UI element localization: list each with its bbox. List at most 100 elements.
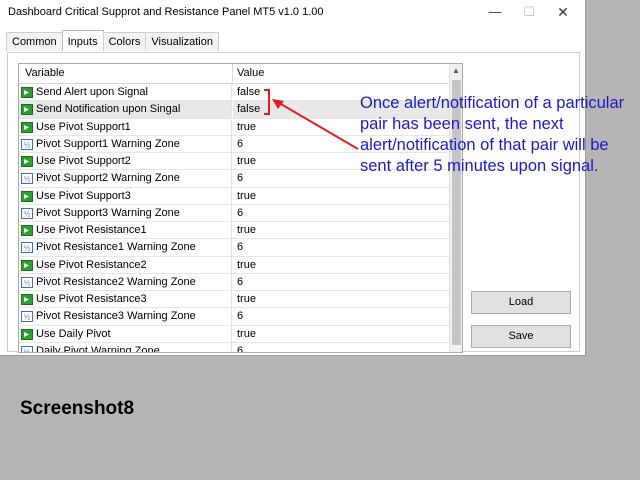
value-text: 6 <box>237 310 244 323</box>
value-text: 6 <box>237 344 244 353</box>
bool-icon <box>21 121 33 133</box>
variable-label: Send Alert upon Signal <box>36 86 148 98</box>
svg-text:½: ½ <box>24 210 31 218</box>
variable-label: Use Pivot Support2 <box>36 155 131 167</box>
minimize-button[interactable]: — <box>478 0 512 26</box>
value-cell[interactable]: true <box>233 222 449 238</box>
tab-visualization[interactable]: Visualization <box>145 32 219 51</box>
table-row[interactable]: Use Pivot Resistance3 true <box>19 291 449 309</box>
number-icon: ½ <box>21 207 33 219</box>
bool-icon <box>21 294 33 305</box>
settings-dialog: Dashboard Critical Supprot and Resistanc… <box>0 0 586 356</box>
value-text: false <box>237 103 261 116</box>
value-text: true <box>237 155 256 167</box>
variable-cell[interactable]: ½ Pivot Support3 Warning Zone <box>19 204 232 221</box>
table-row[interactable]: ½ Pivot Support3 Warning Zone 6 <box>19 204 449 222</box>
variable-cell[interactable]: Use Pivot Support3 <box>19 187 232 204</box>
value-text: false <box>237 86 261 98</box>
variable-label: Use Pivot Support1 <box>36 120 131 133</box>
value-text: true <box>237 293 256 305</box>
title-bar[interactable]: Dashboard Critical Supprot and Resistanc… <box>0 0 585 26</box>
column-header-value[interactable]: Value <box>237 67 264 79</box>
svg-text:½: ½ <box>24 141 31 149</box>
variable-label: Pivot Resistance1 Warning Zone <box>36 241 196 254</box>
table-row[interactable]: ½ Pivot Resistance1 Warning Zone 6 <box>19 239 449 257</box>
value-cell[interactable]: true <box>233 291 449 307</box>
variable-label: Use Daily Pivot <box>36 327 111 340</box>
value-text: 6 <box>237 241 244 254</box>
value-text: true <box>237 120 256 133</box>
column-header-variable[interactable]: Variable <box>25 67 65 79</box>
variable-cell[interactable]: ½ Pivot Resistance3 Warning Zone <box>19 308 232 325</box>
variable-cell[interactable]: Send Alert upon Signal <box>19 84 232 101</box>
number-icon: ½ <box>21 345 33 353</box>
variable-cell[interactable]: Use Daily Pivot <box>19 325 232 342</box>
svg-text:½: ½ <box>24 348 31 353</box>
variable-cell[interactable]: Use Pivot Support1 <box>19 118 232 135</box>
value-text: true <box>237 224 256 236</box>
variable-cell[interactable]: ½ Daily Pivot Warning Zone <box>19 342 232 353</box>
number-icon: ½ <box>21 242 33 254</box>
save-button[interactable]: Save <box>471 325 571 348</box>
close-button[interactable]: ✕ <box>546 0 580 26</box>
value-cell[interactable]: 6 <box>233 239 449 255</box>
bool-icon <box>21 156 33 167</box>
bool-icon <box>21 190 33 202</box>
table-row[interactable]: ½ Pivot Resistance3 Warning Zone 6 <box>19 308 449 326</box>
variable-cell[interactable]: Use Pivot Support2 <box>19 153 232 170</box>
value-text: 6 <box>237 275 244 288</box>
value-cell[interactable]: true <box>233 188 449 204</box>
bool-icon <box>21 104 33 116</box>
number-icon: ½ <box>21 311 33 323</box>
svg-text:½: ½ <box>24 314 31 322</box>
table-row[interactable]: ½ Daily Pivot Warning Zone 6 <box>19 342 449 353</box>
value-cell[interactable]: 6 <box>233 343 449 353</box>
table-row[interactable]: Use Pivot Resistance1 true <box>19 222 449 240</box>
table-row[interactable]: Use Pivot Resistance2 true <box>19 256 449 274</box>
value-cell[interactable]: true <box>233 257 449 273</box>
table-row[interactable]: Use Pivot Support3 true <box>19 187 449 205</box>
bool-icon <box>21 87 33 98</box>
number-icon: ½ <box>21 173 33 185</box>
variable-cell[interactable]: ½ Pivot Support1 Warning Zone <box>19 135 232 152</box>
variable-cell[interactable]: Use Pivot Resistance2 <box>19 256 232 273</box>
window-title: Dashboard Critical Supprot and Resistanc… <box>8 6 324 18</box>
value-cell[interactable]: 6 <box>233 205 449 221</box>
value-cell[interactable]: 6 <box>233 274 449 290</box>
value-text: true <box>237 327 256 340</box>
value-text: 6 <box>237 206 244 219</box>
svg-text:½: ½ <box>24 245 31 253</box>
svg-text:½: ½ <box>24 176 31 184</box>
variable-cell[interactable]: ½ Pivot Resistance1 Warning Zone <box>19 239 232 256</box>
number-icon: ½ <box>21 276 33 288</box>
value-cell[interactable]: true <box>233 326 449 342</box>
bool-icon <box>21 259 33 271</box>
variable-label: Pivot Resistance3 Warning Zone <box>36 310 196 323</box>
variable-cell[interactable]: Send Notification upon Singal <box>19 101 232 118</box>
variable-label: Use Pivot Resistance2 <box>36 258 147 271</box>
value-cell[interactable]: 6 <box>233 308 449 324</box>
column-divider[interactable] <box>232 64 233 83</box>
variable-label: Send Notification upon Singal <box>36 103 181 116</box>
tab-inputs[interactable]: Inputs <box>61 30 104 51</box>
variable-cell[interactable]: Use Pivot Resistance3 <box>19 291 232 308</box>
bool-icon <box>21 328 33 340</box>
load-button[interactable]: Load <box>471 291 571 314</box>
variable-label: Use Pivot Resistance1 <box>36 224 147 236</box>
variable-cell[interactable]: ½ Pivot Resistance2 Warning Zone <box>19 273 232 290</box>
table-row[interactable]: Use Daily Pivot true <box>19 325 449 343</box>
variable-cell[interactable]: ½ Pivot Support2 Warning Zone <box>19 170 232 187</box>
table-row[interactable]: ½ Pivot Resistance2 Warning Zone 6 <box>19 273 449 291</box>
variable-label: Daily Pivot Warning Zone <box>36 344 160 353</box>
maximize-button[interactable]: ☐ <box>512 0 546 26</box>
scroll-up-icon[interactable]: ▲ <box>452 66 460 75</box>
variable-label: Pivot Support2 Warning Zone <box>36 172 180 185</box>
value-text: 6 <box>237 172 244 185</box>
annotation-text: Once alert/notification of a particular … <box>360 94 625 175</box>
tab-common[interactable]: Common <box>6 32 63 51</box>
value-text: true <box>237 258 256 271</box>
svg-text:½: ½ <box>24 279 31 287</box>
arrow-icon <box>272 99 359 150</box>
tab-colors[interactable]: Colors <box>102 32 147 51</box>
variable-cell[interactable]: Use Pivot Resistance1 <box>19 222 232 239</box>
